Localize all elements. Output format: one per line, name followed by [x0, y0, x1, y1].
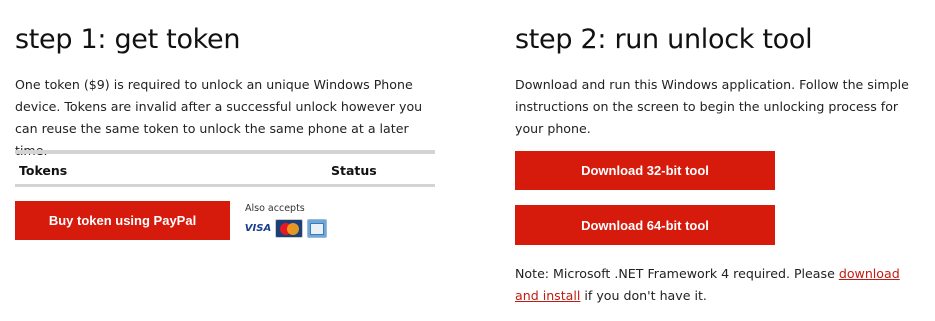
- tokens-table: Tokens Status: [15, 150, 435, 187]
- table-bottom-divider: [15, 184, 435, 187]
- framework-note: Note: Microsoft .NET Framework 4 require…: [515, 263, 925, 307]
- column-header-status: Status: [331, 163, 377, 178]
- payment-methods: Also accepts VISA: [245, 203, 327, 238]
- table-header-row: Tokens Status: [15, 154, 435, 184]
- note-prefix: Note: Microsoft .NET Framework 4 require…: [515, 266, 839, 281]
- note-suffix: if you don't have it.: [580, 288, 707, 303]
- download-32bit-button[interactable]: Download 32-bit tool: [515, 151, 775, 190]
- mastercard-icon: [275, 219, 303, 238]
- step2-description: Download and run this Windows applicatio…: [515, 77, 909, 136]
- step1-title: step 1: get token: [15, 24, 241, 55]
- column-header-tokens: Tokens: [19, 163, 68, 178]
- also-accepts-label: Also accepts: [245, 203, 305, 214]
- download-64bit-button[interactable]: Download 64-bit tool: [515, 205, 775, 245]
- buy-token-paypal-button[interactable]: Buy token using PayPal: [15, 201, 230, 240]
- visa-card-icon: VISA: [245, 219, 271, 238]
- card-logos: VISA: [245, 219, 327, 238]
- step1-description: One token ($9) is required to unlock an …: [15, 77, 423, 158]
- amex-card-icon: [307, 219, 327, 238]
- step2-title: step 2: run unlock tool: [515, 24, 813, 55]
